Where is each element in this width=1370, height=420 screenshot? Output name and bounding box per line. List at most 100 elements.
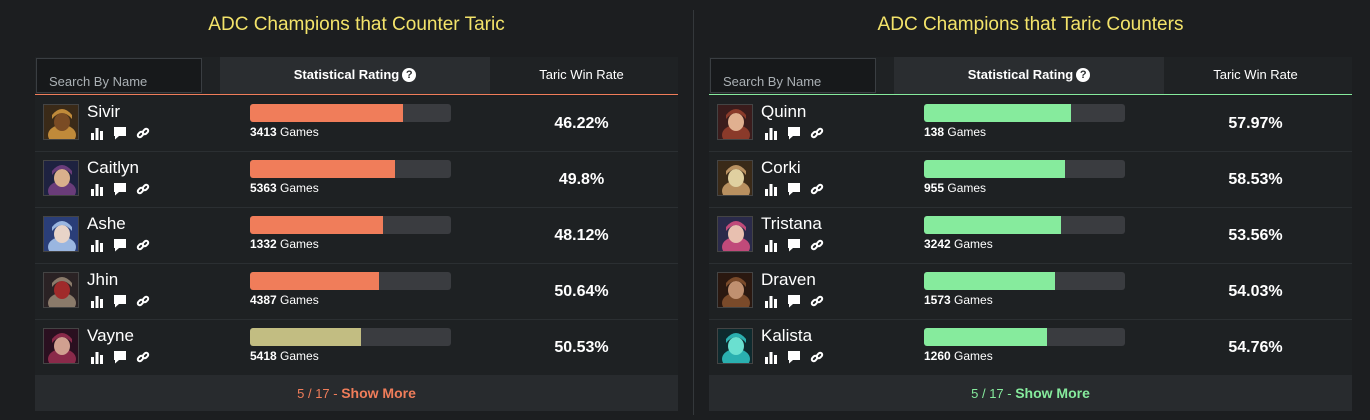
rating-bar bbox=[250, 104, 451, 122]
games-count: 138 Games bbox=[924, 125, 986, 139]
statistical-rating-header[interactable]: Statistical Rating? bbox=[220, 57, 490, 94]
games-count: 1332 Games bbox=[250, 237, 319, 251]
link-icon[interactable] bbox=[810, 350, 824, 364]
stats-icon[interactable] bbox=[90, 350, 104, 364]
champion-avatar[interactable] bbox=[43, 216, 79, 252]
win-rate-value: 49.8% bbox=[558, 171, 605, 188]
champion-name[interactable]: Jhin bbox=[87, 270, 118, 290]
rating-bar-fill bbox=[250, 216, 383, 234]
champion-name[interactable]: Sivir bbox=[87, 102, 120, 122]
link-icon[interactable] bbox=[810, 294, 824, 308]
comment-icon[interactable] bbox=[113, 182, 127, 196]
statistical-rating-label: Statistical Rating bbox=[967, 67, 1074, 82]
countered-panel: ADC Champions that Taric Counters Statis… bbox=[709, 0, 1352, 420]
games-number: 955 bbox=[924, 181, 945, 195]
champion-avatar[interactable] bbox=[43, 272, 79, 308]
comment-icon[interactable] bbox=[113, 238, 127, 252]
champion-actions bbox=[90, 294, 150, 308]
panel-title: ADC Champions that Taric Counters bbox=[877, 14, 1184, 35]
games-label: Games bbox=[954, 293, 993, 307]
champion-actions bbox=[90, 350, 150, 364]
rating-bar-fill bbox=[250, 160, 395, 178]
table-row[interactable]: Vayne 5418 Games 50.53% bbox=[35, 320, 678, 376]
champion-name[interactable]: Caitlyn bbox=[87, 158, 139, 178]
champion-name[interactable]: Quinn bbox=[761, 102, 806, 122]
champion-name[interactable]: Tristana bbox=[761, 214, 822, 234]
champion-name[interactable]: Kalista bbox=[761, 326, 812, 346]
link-icon[interactable] bbox=[810, 238, 824, 252]
stats-icon[interactable] bbox=[764, 182, 778, 196]
champion-name[interactable]: Corki bbox=[761, 158, 801, 178]
comment-icon[interactable] bbox=[787, 294, 801, 308]
stats-icon[interactable] bbox=[764, 238, 778, 252]
question-circle-icon[interactable]: ? bbox=[402, 68, 417, 82]
table-row[interactable]: Quinn 138 Games 57.97% bbox=[709, 96, 1352, 152]
champion-avatar[interactable] bbox=[717, 216, 753, 252]
table-row[interactable]: Draven 1573 Games 54.03% bbox=[709, 264, 1352, 320]
comment-icon[interactable] bbox=[113, 350, 127, 364]
comment-icon[interactable] bbox=[113, 126, 127, 140]
stats-icon[interactable] bbox=[764, 126, 778, 140]
champion-avatar[interactable] bbox=[43, 104, 79, 140]
games-label: Games bbox=[280, 237, 319, 251]
link-icon[interactable] bbox=[136, 126, 150, 140]
champion-name[interactable]: Draven bbox=[761, 270, 816, 290]
table-row[interactable]: Ashe 1332 Games 48.12% bbox=[35, 208, 678, 264]
games-count: 955 Games bbox=[924, 181, 986, 195]
champion-avatar[interactable] bbox=[43, 160, 79, 196]
champion-name[interactable]: Ashe bbox=[87, 214, 126, 234]
link-icon[interactable] bbox=[136, 350, 150, 364]
rating-bar-fill bbox=[250, 104, 403, 122]
link-icon[interactable] bbox=[136, 238, 150, 252]
link-icon[interactable] bbox=[136, 182, 150, 196]
games-label: Games bbox=[954, 349, 993, 363]
stats-icon[interactable] bbox=[764, 350, 778, 364]
search-input[interactable] bbox=[36, 58, 202, 93]
win-rate-header[interactable]: Taric Win Rate bbox=[1164, 57, 1347, 94]
question-circle-icon[interactable]: ? bbox=[1076, 68, 1091, 82]
table-row[interactable]: Caitlyn 5363 Games 49.8% bbox=[35, 152, 678, 208]
champion-avatar[interactable] bbox=[717, 272, 753, 308]
win-rate-header[interactable]: Taric Win Rate bbox=[490, 57, 673, 94]
table-row[interactable]: Tristana 3242 Games 53.56% bbox=[709, 208, 1352, 264]
search-input[interactable] bbox=[710, 58, 876, 93]
rating-bar-fill bbox=[924, 104, 1071, 122]
champion-list: Sivir 3413 Games 46.22% Caitlyn 5363 Games 49… bbox=[35, 96, 678, 376]
games-count: 4387 Games bbox=[250, 293, 319, 307]
table-row[interactable]: Jhin 4387 Games 50.64% bbox=[35, 264, 678, 320]
statistical-rating-header[interactable]: Statistical Rating? bbox=[894, 57, 1164, 94]
stats-icon[interactable] bbox=[90, 182, 104, 196]
champion-name[interactable]: Vayne bbox=[87, 326, 134, 346]
comment-icon[interactable] bbox=[787, 238, 801, 252]
champion-list: Quinn 138 Games 57.97% Corki 955 Games 58.53%… bbox=[709, 96, 1352, 376]
rating-bar-fill bbox=[924, 216, 1061, 234]
show-more-button[interactable]: Show More bbox=[341, 385, 416, 401]
win-rate-value: 46.22% bbox=[554, 115, 609, 132]
table-row[interactable]: Sivir 3413 Games 46.22% bbox=[35, 96, 678, 152]
champion-avatar[interactable] bbox=[717, 160, 753, 196]
stats-icon[interactable] bbox=[90, 238, 104, 252]
rating-bar bbox=[250, 160, 451, 178]
champion-avatar[interactable] bbox=[43, 328, 79, 364]
champion-avatar[interactable] bbox=[717, 328, 753, 364]
table-row[interactable]: Kalista 1260 Games 54.76% bbox=[709, 320, 1352, 376]
table-row[interactable]: Corki 955 Games 58.53% bbox=[709, 152, 1352, 208]
show-more-button[interactable]: Show More bbox=[1015, 385, 1090, 401]
rating-bar-fill bbox=[250, 328, 361, 346]
games-number: 5418 bbox=[250, 349, 277, 363]
comment-icon[interactable] bbox=[787, 182, 801, 196]
comment-icon[interactable] bbox=[787, 126, 801, 140]
champion-avatar[interactable] bbox=[717, 104, 753, 140]
comment-icon[interactable] bbox=[787, 350, 801, 364]
link-icon[interactable] bbox=[136, 294, 150, 308]
stats-icon[interactable] bbox=[764, 294, 778, 308]
champion-actions bbox=[764, 294, 824, 308]
stats-icon[interactable] bbox=[90, 294, 104, 308]
stats-icon[interactable] bbox=[90, 126, 104, 140]
link-icon[interactable] bbox=[810, 182, 824, 196]
champion-actions bbox=[764, 350, 824, 364]
games-number: 5363 bbox=[250, 181, 277, 195]
comment-icon[interactable] bbox=[113, 294, 127, 308]
champion-actions bbox=[90, 182, 150, 196]
link-icon[interactable] bbox=[810, 126, 824, 140]
